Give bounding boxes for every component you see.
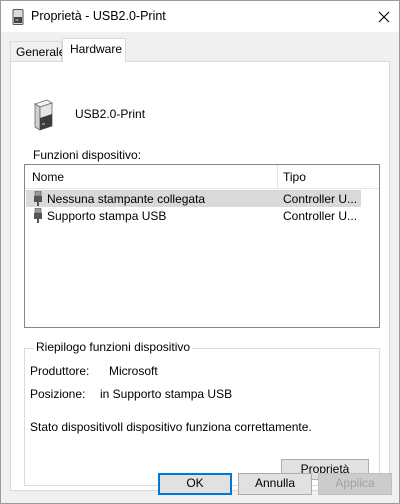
ok-button[interactable]: OK	[158, 473, 232, 495]
status-value: Il dispositivo funziona correttamente.	[117, 420, 312, 434]
usb-plug-icon	[34, 208, 42, 223]
cancel-button[interactable]: Annulla	[238, 473, 312, 495]
list-item[interactable]: Nessuna stampante collegata Controller U…	[26, 190, 361, 207]
hardware-panel: USB2.0-Print Funzioni dispositivo: Nome …	[10, 61, 390, 491]
list-item-type: Controller U...	[283, 209, 358, 223]
title-bar: Proprietà - USB2.0-Print	[0, 0, 400, 32]
status-label: Stato dispositivo:	[30, 420, 121, 434]
device-icon	[12, 9, 24, 25]
usb-plug-icon	[34, 191, 42, 206]
functions-list[interactable]: Nome Tipo Nessuna stampante collegata Co…	[24, 164, 380, 328]
list-header: Nome Tipo	[25, 165, 379, 189]
close-icon[interactable]	[373, 6, 395, 28]
list-item-type: Controller U...	[283, 192, 358, 206]
summary-title: Riepilogo funzioni dispositivo	[34, 340, 193, 354]
manufacturer-label: Produttore:	[30, 364, 90, 378]
tab-hardware[interactable]: Hardware	[62, 38, 126, 62]
window-title: Proprietà - USB2.0-Print	[31, 9, 166, 23]
device-icon	[34, 99, 53, 131]
column-header-name[interactable]: Nome	[32, 170, 64, 184]
column-header-type[interactable]: Tipo	[283, 170, 306, 184]
location-value: in Supporto stampa USB	[100, 387, 233, 401]
list-item-name: Nessuna stampante collegata	[47, 192, 206, 206]
device-name: USB2.0-Print	[75, 107, 146, 121]
window-body: Generale Hardware USB2.0-Print Funzioni …	[0, 32, 400, 504]
manufacturer-value: Microsoft	[109, 364, 158, 378]
tab-generale[interactable]: Generale	[10, 41, 65, 61]
list-item-name: Supporto stampa USB	[47, 209, 167, 223]
apply-button[interactable]: Applica	[318, 473, 392, 495]
column-divider[interactable]	[277, 165, 278, 189]
location-label: Posizione:	[30, 387, 86, 401]
functions-label: Funzioni dispositivo:	[33, 148, 142, 162]
list-item[interactable]: Supporto stampa USB Controller U...	[26, 207, 361, 224]
